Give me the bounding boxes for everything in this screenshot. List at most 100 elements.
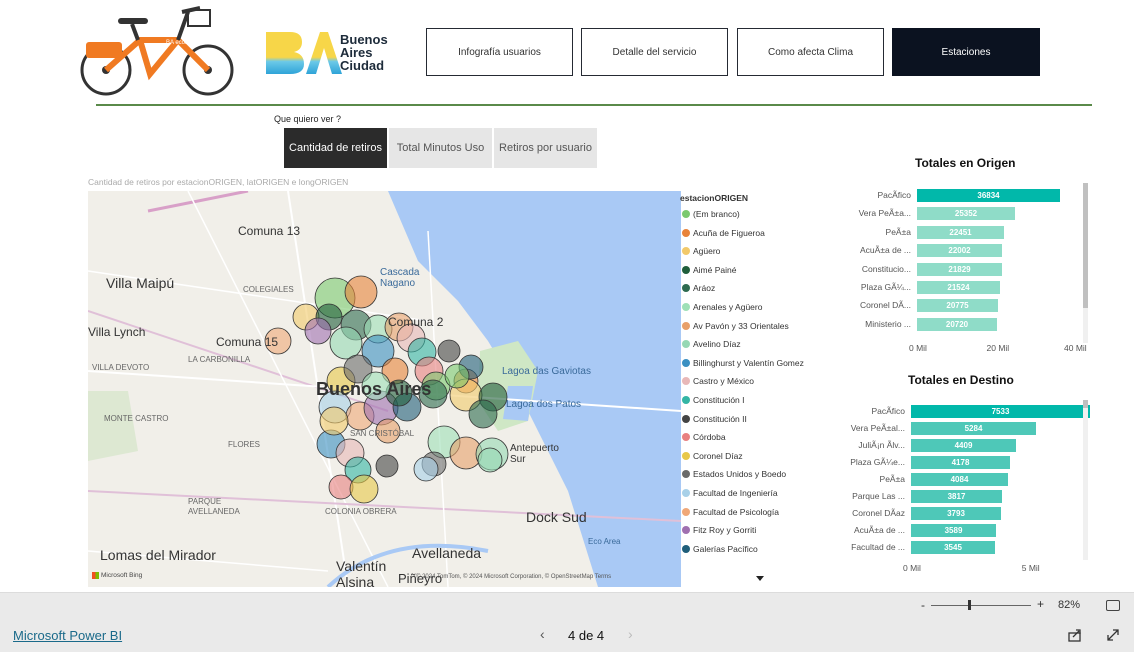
fullscreen-icon[interactable] [1106, 628, 1120, 642]
bar[interactable]: 3817 [911, 490, 1002, 503]
bar-category-label: Plaza GÃ¼... [860, 282, 911, 292]
zoom-in-button[interactable]: + [1037, 597, 1044, 611]
map-attribution[interactable]: © 2024 TomTom, © 2024 Microsoft Corporat… [416, 574, 611, 580]
legend-label: Estados Unidos y Boedo [693, 469, 787, 480]
bar[interactable]: 4178 [911, 456, 1010, 469]
station-bubble[interactable] [328, 474, 354, 500]
legend-item[interactable]: Agüero [682, 246, 720, 256]
legend-label: Aimé Painé [693, 264, 737, 275]
legend-item[interactable]: Galerías Pacífico [682, 544, 758, 554]
legend-label: Facultad de Ingeniería [693, 488, 778, 498]
station-bubble[interactable] [477, 447, 503, 473]
nav-infografia-button[interactable]: Infografía usuarios [426, 28, 573, 76]
legend-dot-icon [682, 377, 690, 386]
legend-item[interactable]: Córdoba [682, 432, 726, 442]
legend-label: Arenales y Agüero [693, 302, 763, 312]
bar-category-label: PacÃfico [877, 190, 911, 200]
station-bubble[interactable] [413, 456, 439, 482]
bar[interactable]: 20720 [917, 317, 997, 331]
selector-title: Que quiero ver ? [274, 114, 342, 124]
legend-label: Galerías Pacífico [693, 543, 758, 554]
legend-item[interactable]: Facultad de Ingeniería [682, 488, 778, 498]
bar[interactable]: 3545 [911, 541, 995, 554]
share-icon[interactable] [1068, 628, 1082, 642]
bar[interactable]: 25352 [917, 207, 1015, 221]
powerbi-link[interactable]: Microsoft Power BI [13, 628, 122, 643]
bar[interactable]: 22451 [917, 225, 1004, 239]
bar-category-label: AcuÃ±a de ... [860, 245, 911, 256]
station-bubble[interactable] [319, 406, 349, 436]
fit-page-icon[interactable] [1106, 600, 1120, 611]
bar[interactable]: 4084 [911, 473, 1008, 486]
bar[interactable]: 3793 [911, 507, 1001, 520]
legend-scroll-down-icon[interactable] [756, 576, 764, 581]
bar[interactable]: 21829 [917, 262, 1002, 276]
legend-label: Acuña de Figueroa [693, 227, 765, 238]
bar-category-label: PeÃ±a [885, 226, 911, 237]
legend-dot-icon [682, 247, 690, 256]
legend-item[interactable]: Acuña de Figueroa [682, 228, 765, 238]
origin-scrollbar[interactable] [1083, 183, 1088, 343]
legend-item[interactable]: Billinghurst y Valentín Gomez [682, 358, 804, 368]
legend-item[interactable]: (Em branco) [682, 209, 740, 219]
station-bubble[interactable] [468, 399, 498, 429]
station-bubble[interactable] [437, 339, 461, 363]
bar-category-label: Facultad de ... [851, 542, 905, 552]
bar[interactable]: 4409 [911, 439, 1016, 452]
option-cantidad-retiros[interactable]: Cantidad de retiros [284, 128, 387, 168]
bar[interactable]: 21524 [917, 281, 1000, 294]
legend-item[interactable]: Estados Unidos y Boedo [682, 469, 786, 479]
place-label: Lomas del Mirador [100, 547, 216, 563]
legend-item[interactable]: Fitz Roy y Gorriti [682, 525, 756, 535]
bar[interactable]: 36834 [917, 189, 1060, 202]
legend-item[interactable]: Coronel Díaz [682, 451, 743, 461]
legend-label: Billinghurst y Valentín Gomez [693, 357, 804, 368]
zoom-slider-thumb[interactable] [968, 600, 971, 610]
legend-label: Constitución II [693, 413, 747, 424]
bar[interactable]: 20775 [917, 299, 998, 313]
bar-value-label: 21829 [948, 264, 971, 274]
legend-item[interactable]: Aimé Painé [682, 265, 736, 275]
map[interactable]: Comuna 13 Villa Maipú COLEGIALES Villa L… [88, 191, 681, 587]
legend-item[interactable]: Avelino Díaz [682, 339, 741, 349]
origin-scrollbar-thumb[interactable] [1083, 183, 1088, 308]
nav-clima-button[interactable]: Como afecta Clima [737, 28, 884, 76]
legend-item[interactable]: Constitución I [682, 395, 745, 405]
legend-item[interactable]: Facultad de Psicología [682, 507, 779, 517]
prev-page-icon[interactable]: ‹ [540, 626, 545, 642]
bar[interactable]: 5284 [911, 422, 1036, 435]
legend-dot-icon [682, 210, 690, 218]
station-bubble[interactable] [344, 275, 378, 309]
legend-item[interactable]: Arenales y Agüero [682, 302, 762, 312]
bar[interactable]: 22002 [917, 244, 1002, 258]
station-bubble[interactable] [329, 326, 363, 360]
zoom-out-button[interactable]: - [921, 598, 925, 612]
station-bubble[interactable] [349, 474, 379, 504]
station-bubble[interactable] [304, 317, 332, 345]
place-label: Valentín Alsina [336, 558, 387, 587]
option-total-minutos[interactable]: Total Minutos Uso [389, 128, 492, 168]
legend-item[interactable]: Aráoz [682, 283, 715, 293]
legend-item[interactable]: Av Pavón y 33 Orientales [682, 321, 789, 331]
axis-tick-label: 40 Mil [1064, 343, 1087, 353]
bar-value-label: 20775 [946, 301, 969, 311]
legend-label: Córdoba [693, 432, 726, 443]
bar-value-label: 22002 [948, 246, 971, 256]
station-bubble[interactable] [444, 363, 470, 389]
dest-scrollbar[interactable] [1083, 400, 1088, 560]
legend-item[interactable]: Constitución II [682, 414, 747, 424]
nav-detalle-button[interactable]: Detalle del servicio [581, 28, 728, 76]
bar[interactable]: 7533 [911, 405, 1090, 418]
legend-dot-icon [682, 526, 690, 535]
bar[interactable]: 3589 [911, 524, 996, 537]
bar-value-label: 3589 [944, 526, 963, 535]
legend-item[interactable]: Castro y México [682, 376, 754, 386]
dest-scrollbar-thumb[interactable] [1083, 400, 1088, 408]
station-bubble[interactable] [375, 454, 399, 478]
option-retiros-usuario[interactable]: Retiros por usuario [494, 128, 597, 168]
next-page-icon[interactable]: › [628, 626, 633, 642]
place-label: PARQUE AVELLANEDA [188, 497, 240, 516]
nav-estaciones-button[interactable]: Estaciones [892, 28, 1040, 76]
bar-value-label: 4178 [951, 458, 970, 467]
zoom-slider[interactable] [931, 600, 1031, 610]
